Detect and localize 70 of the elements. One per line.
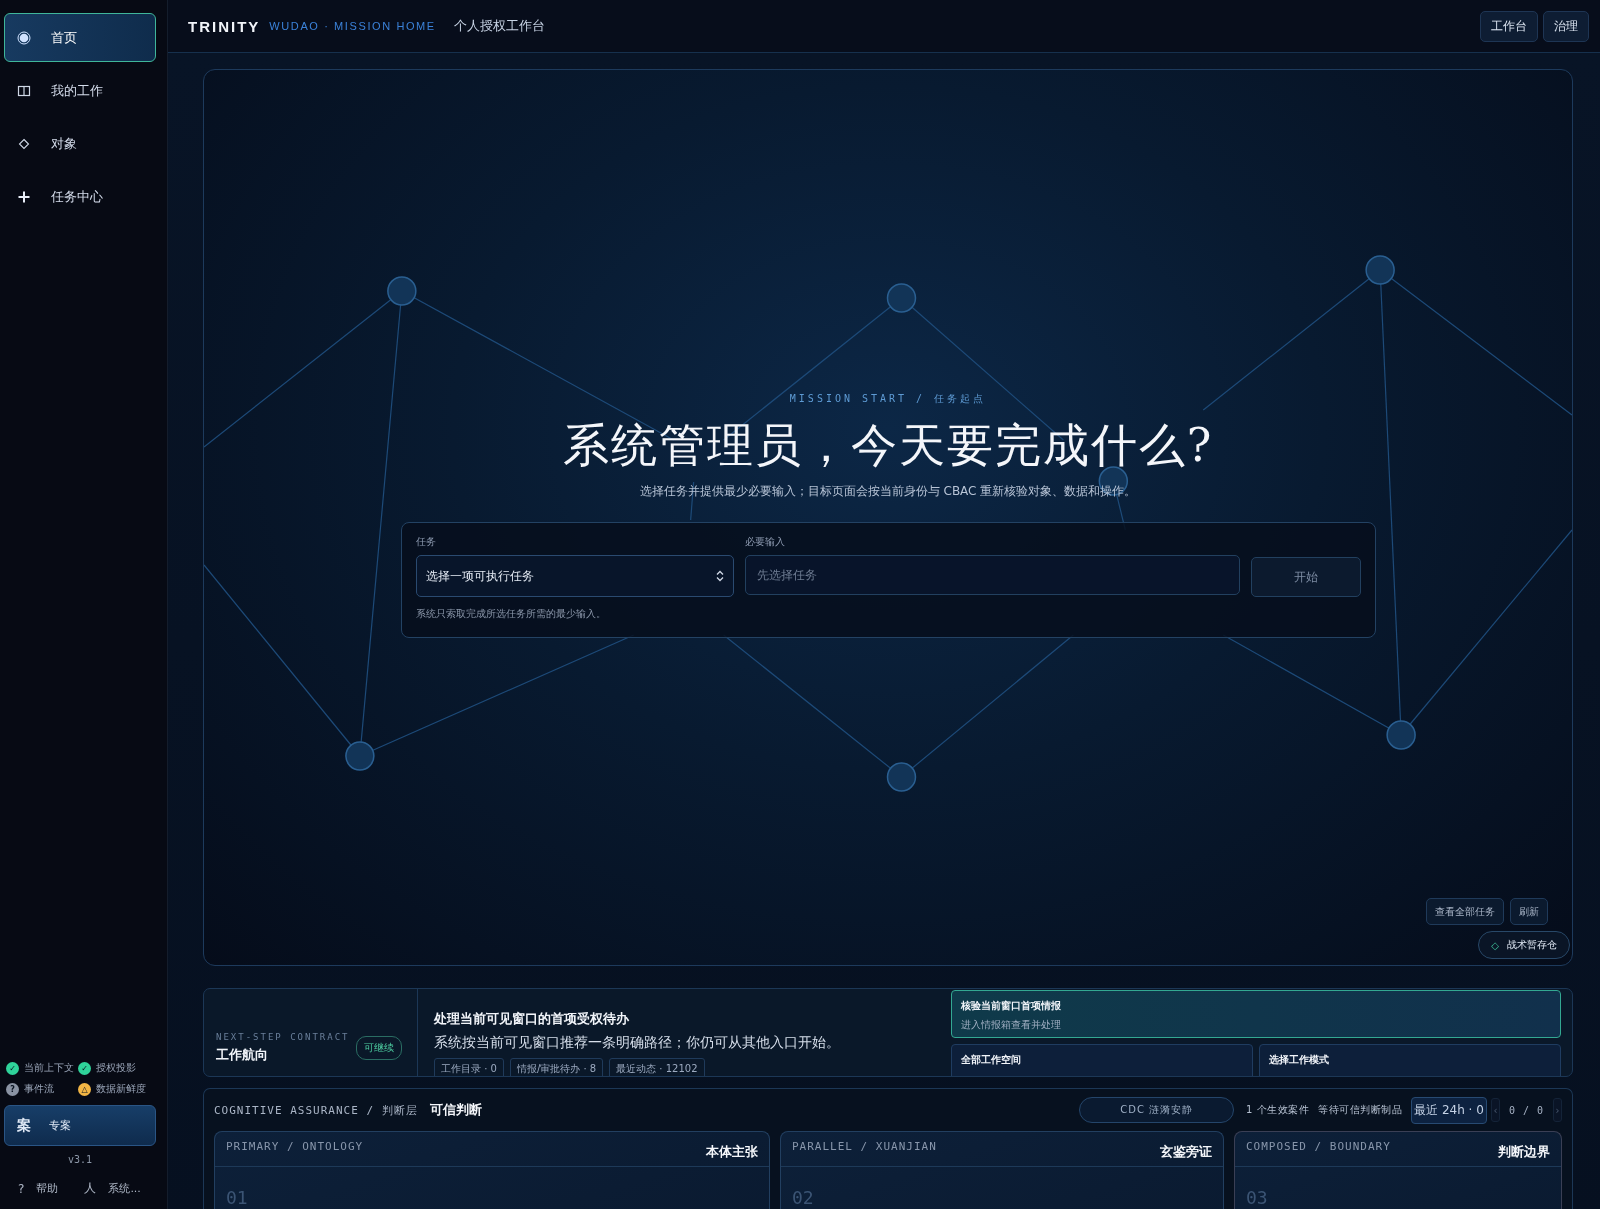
- action-tile[interactable]: 全部工作空间: [951, 1044, 1253, 1076]
- stash-chip[interactable]: ◇ 战术暂存仓: [1478, 931, 1570, 959]
- panel-number: 03: [1245, 1186, 1269, 1207]
- panel-number: 01: [225, 1186, 249, 1207]
- case-button[interactable]: 案 专案: [4, 1105, 156, 1146]
- header-button[interactable]: 工作台: [1480, 10, 1538, 42]
- section-eyebrow: COGNITIVE ASSURANCE / 判断层: [214, 1102, 418, 1118]
- field-label: 必要输入: [744, 535, 786, 550]
- nav-label: 对象: [51, 134, 77, 153]
- hero-eyebrow: MISSION START / 任务起点: [789, 392, 987, 406]
- range-select[interactable]: 最近 24h · 0: [1411, 1096, 1487, 1124]
- nav-item[interactable]: 首页: [4, 13, 156, 62]
- hero-description: 选择任务并提供最少必要输入；目标页面会按当前身份与 CBAC 重新核验对象、数据和操作。: [639, 483, 1137, 501]
- panel-eyebrow: PARALLEL / XUANJIAN: [792, 1140, 937, 1153]
- card-title: 工作航向: [216, 1045, 269, 1064]
- hero-action-button[interactable]: 查看全部任务: [1426, 898, 1504, 925]
- status-icon: ✓: [78, 1061, 91, 1075]
- radio-icon: [17, 30, 31, 45]
- status-label: 数据新鲜度: [96, 1082, 146, 1096]
- form-hint: 系统只索取完成所选任务所需的最少输入。: [415, 607, 607, 622]
- action-title: 全部工作空间: [961, 1053, 1022, 1067]
- plus-icon: [17, 189, 31, 204]
- status-badge: 可继续: [356, 1035, 402, 1060]
- section-title: 可信判断: [429, 1101, 482, 1119]
- action-tile[interactable]: 核验当前窗口首项情报 进入情报箱查看并处理: [951, 990, 1561, 1038]
- status-label: 事件流: [24, 1082, 54, 1096]
- nav-item[interactable]: 对象: [4, 119, 156, 168]
- status-icon: ?: [6, 1082, 19, 1096]
- panel-title: 判断边界: [1498, 1143, 1550, 1161]
- count-chip[interactable]: 最近动态 · 12102: [609, 1058, 705, 1076]
- panel-number: 02: [791, 1186, 815, 1207]
- footer-link[interactable]: 人 系统...: [84, 1180, 141, 1197]
- field-label: 任务: [415, 535, 437, 550]
- panel-eyebrow: COMPOSED / BOUNDARY: [1246, 1140, 1391, 1153]
- cdc-status-pill: CDC 涟漪安静: [1079, 1097, 1235, 1123]
- card-eyebrow: NEXT-STEP CONTRACT: [216, 1031, 350, 1042]
- hero-title: 系统管理员，今天要完成什么?: [562, 418, 1214, 474]
- waiting-label: 等待可信判断制品: [1318, 1103, 1403, 1117]
- status-label: 授权投影: [96, 1061, 136, 1075]
- action-title: 核验当前窗口首项情报: [961, 999, 1062, 1013]
- brand-logo: TRINITY: [188, 17, 261, 35]
- nav-label: 任务中心: [51, 187, 103, 206]
- action-tile[interactable]: 选择工作模式: [1259, 1044, 1561, 1076]
- page-title: 个人授权工作台: [453, 17, 545, 35]
- hero-action-button[interactable]: 刷新: [1510, 898, 1548, 925]
- panel-title: 玄鉴旁证: [1160, 1143, 1212, 1161]
- status-icon: △: [78, 1082, 91, 1096]
- panel-title: 本体主张: [706, 1143, 758, 1161]
- nav-item[interactable]: 我的工作: [4, 66, 156, 115]
- page-counter: 0 / 0: [1508, 1104, 1544, 1116]
- case-count: 1 个生效案件: [1246, 1103, 1310, 1117]
- nav-item[interactable]: 任务中心: [4, 172, 156, 221]
- status-icon: ✓: [6, 1061, 19, 1075]
- count-chip[interactable]: 情报/审批待办 · 8: [509, 1058, 604, 1076]
- recommendation-description: 系统按当前可见窗口推荐一条明确路径；你仍可从其他入口开始。: [434, 1034, 841, 1052]
- sort-caret-icon: [715, 570, 724, 583]
- footer-link[interactable]: ? 帮助: [18, 1180, 59, 1197]
- action-subtitle: 进入情报箱查看并处理: [961, 1018, 1062, 1032]
- recommendation-title: 处理当前可见窗口的首项受权待办: [434, 1010, 630, 1028]
- version-label: v3.1: [66, 1154, 94, 1165]
- brand-subtitle: WUDAO · MISSION HOME: [269, 20, 436, 32]
- nav-label: 我的工作: [51, 81, 103, 100]
- header-button[interactable]: 治理: [1543, 10, 1589, 42]
- action-title: 选择工作模式: [1269, 1053, 1330, 1067]
- diamond-icon: [17, 136, 31, 151]
- nav-label: 首页: [51, 28, 77, 47]
- status-label: 当前上下文: [24, 1061, 74, 1075]
- columns-icon: [17, 83, 31, 98]
- panel-eyebrow: PRIMARY / ONTOLOGY: [226, 1140, 364, 1153]
- count-chip[interactable]: 工作目录 · 0: [434, 1058, 504, 1076]
